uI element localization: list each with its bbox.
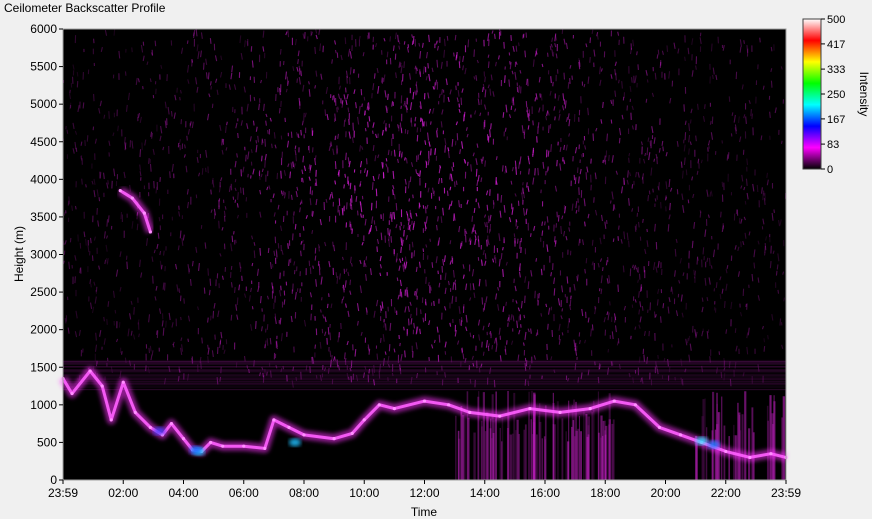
x-axis: 23:59 02:00 04:00 06:00 08:00 10:00 12:00 14:00… (48, 480, 801, 500)
x-tick-label: 23:59 (48, 486, 78, 500)
layer-point (242, 444, 246, 448)
layer-point (142, 211, 146, 215)
x-tick-label: 23:59 (771, 486, 801, 500)
y-tick-label: 500 (37, 435, 57, 449)
intense-spot (707, 440, 720, 449)
y-tick-label: 6000 (30, 22, 57, 36)
x-tick-label: 14:00 (470, 486, 500, 500)
layer-point (118, 189, 122, 193)
backscatter-chart: 23:59 02:00 04:00 06:00 08:00 10:00 12:00 14:00… (12, 14, 871, 519)
x-tick-label: 12:00 (409, 486, 439, 500)
layer-point (209, 440, 213, 445)
layer-point (133, 410, 137, 414)
layer-point (678, 433, 683, 437)
noise-band (63, 359, 786, 391)
layer-point (302, 433, 306, 437)
colorbar-title: Intensity (857, 72, 871, 117)
colorbar-tick-label: 83 (827, 139, 839, 151)
layer-point (332, 437, 336, 441)
layer-point (100, 384, 104, 388)
y-tick-label: 1500 (30, 360, 57, 374)
layer-point (169, 422, 174, 426)
x-tick-label: 10:00 (349, 486, 379, 500)
layer-point (498, 414, 502, 418)
layer-point (558, 410, 562, 414)
layer-point (612, 399, 616, 403)
layer-point (148, 230, 152, 234)
layer-point (657, 425, 662, 429)
y-tick-label: 5500 (30, 60, 57, 74)
colorbar-tick-label: 0 (827, 164, 833, 176)
layer-point (468, 410, 472, 414)
y-axis: 0 500 1000 1500 2000 2500 3000 3500 4000 4500 5000… (30, 22, 63, 487)
colorbar-ticks: 0 83 167 250 333 417 500 (821, 14, 845, 176)
y-tick-label: 5000 (30, 97, 57, 111)
layer-point (148, 425, 152, 429)
colorbar-tick-label: 167 (827, 114, 845, 126)
layer-point (724, 449, 728, 454)
intense-spot (153, 427, 166, 436)
y-tick-label: 4500 (30, 135, 57, 149)
intense-spot (288, 438, 301, 447)
layer-point (748, 455, 752, 460)
layer-point (263, 446, 267, 451)
colorbar-tick-label: 500 (827, 14, 845, 26)
y-axis-title: Height (m) (12, 226, 26, 282)
layer-point (422, 399, 427, 403)
y-tick-label: 3000 (30, 248, 57, 262)
layer-point (70, 391, 74, 396)
intense-spot (189, 445, 202, 454)
layer-point (130, 196, 134, 200)
y-tick-label: 0 (50, 473, 57, 487)
colorbar-tick-label: 250 (827, 89, 845, 101)
layer-point (287, 425, 291, 429)
y-tick-label: 1000 (30, 398, 57, 412)
x-tick-label: 02:00 (108, 486, 138, 500)
colorbar-tick-label: 417 (827, 39, 845, 51)
layer-point (392, 406, 396, 411)
layer-point (221, 444, 225, 448)
layer-point (272, 418, 276, 422)
layer-point (769, 452, 773, 456)
layer-point (377, 403, 381, 407)
x-tick-label: 06:00 (229, 486, 259, 500)
layer-point (447, 403, 451, 407)
layer-point (362, 418, 366, 422)
colorbar (802, 18, 822, 170)
x-axis-title: Time (411, 505, 438, 519)
x-tick-label: 16:00 (530, 486, 560, 500)
layer-point (633, 403, 637, 407)
layer-point (588, 406, 592, 411)
layer-point (121, 380, 125, 384)
x-tick-label: 04:00 (168, 486, 198, 500)
y-tick-label: 2000 (30, 323, 57, 337)
y-tick-label: 4000 (30, 172, 57, 186)
x-tick-label: 08:00 (289, 486, 319, 500)
y-tick-label: 3500 (30, 210, 57, 224)
layer-point (181, 437, 186, 441)
y-tick-label: 2500 (30, 285, 57, 299)
layer-point (350, 431, 354, 435)
layer-point (88, 369, 92, 373)
intense-spot (695, 436, 708, 445)
x-tick-label: 22:00 (711, 486, 741, 500)
x-tick-label: 20:00 (650, 486, 680, 500)
colorbar-tick-label: 333 (827, 64, 845, 76)
layer-point (528, 406, 532, 411)
layer-point (109, 418, 113, 422)
x-tick-label: 18:00 (590, 486, 620, 500)
